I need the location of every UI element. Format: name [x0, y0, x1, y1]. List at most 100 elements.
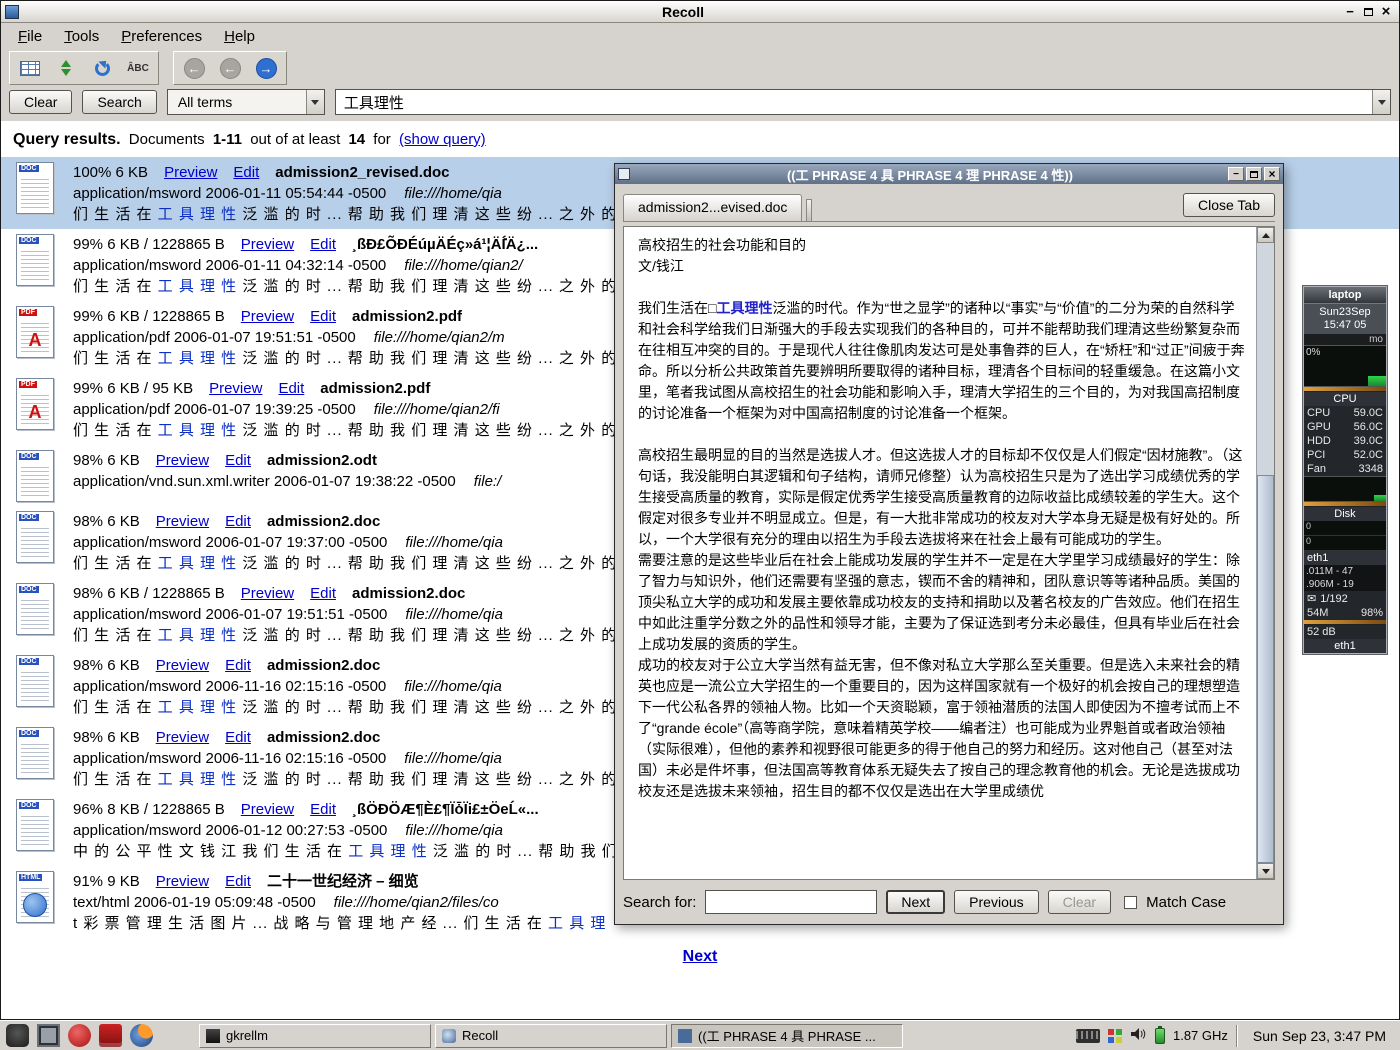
- first-page-button[interactable]: ←: [180, 55, 208, 81]
- preview-link[interactable]: Preview: [156, 511, 209, 532]
- menubar: File Tools Preferences Help: [1, 23, 1399, 49]
- file-type-icon: DOC: [9, 583, 61, 646]
- maximize-icon[interactable]: [1359, 4, 1377, 20]
- preview-link[interactable]: Preview: [209, 378, 262, 399]
- result-url: file:///home/qian2/files/co: [334, 894, 499, 911]
- edit-link[interactable]: Edit: [310, 234, 336, 255]
- task-preview-window[interactable]: ((工 PHRASE 4 具 PHRASE ...: [671, 1024, 903, 1048]
- show-query-link[interactable]: (show query): [399, 131, 486, 148]
- edit-link[interactable]: Edit: [310, 799, 336, 820]
- result-url: file:///home/qian2/: [404, 257, 522, 274]
- menu-tools[interactable]: Tools: [55, 26, 108, 47]
- find-next-button[interactable]: Next: [886, 890, 945, 914]
- maximize-icon[interactable]: [1246, 167, 1262, 181]
- search-button[interactable]: Search: [82, 90, 156, 114]
- preview-paragraph: [638, 424, 1245, 445]
- red-box-app-icon[interactable]: [99, 1024, 122, 1047]
- docs-range: 1-11: [213, 131, 242, 148]
- task-gkrellm[interactable]: gkrellm: [199, 1024, 431, 1048]
- close-tab-button[interactable]: Close Tab: [1183, 193, 1275, 217]
- menu-preferences[interactable]: Preferences: [112, 26, 211, 47]
- edit-link[interactable]: Edit: [233, 162, 259, 183]
- edit-link[interactable]: Edit: [278, 378, 304, 399]
- vertical-scrollbar[interactable]: [1256, 227, 1274, 879]
- for-word: for: [373, 131, 391, 148]
- minimize-icon[interactable]: [1228, 167, 1244, 181]
- edit-link[interactable]: Edit: [310, 583, 336, 604]
- tab-admission2[interactable]: admission2...evised.doc: [623, 194, 802, 221]
- edit-link[interactable]: Edit: [225, 450, 251, 471]
- preview-link[interactable]: Preview: [241, 306, 294, 327]
- minimize-icon[interactable]: [1341, 4, 1359, 20]
- query-input[interactable]: [336, 94, 1372, 111]
- match-case-checkbox[interactable]: [1124, 896, 1137, 909]
- app-menu-icon[interactable]: [6, 1024, 29, 1047]
- result-title: admission2.pdf: [320, 378, 430, 399]
- preview-link[interactable]: Preview: [156, 450, 209, 471]
- preview-link[interactable]: Preview: [156, 727, 209, 748]
- sort-icon: [61, 60, 71, 76]
- clear-button[interactable]: Clear: [9, 90, 72, 114]
- temperature-rows: CPU59.0CGPU56.0CHDD39.0CPCI52.0C: [1304, 406, 1386, 462]
- result-title: admission2.doc: [267, 511, 380, 532]
- clear-search-button[interactable]: [16, 55, 44, 81]
- edit-link[interactable]: Edit: [225, 511, 251, 532]
- preview-link[interactable]: Preview: [241, 234, 294, 255]
- recoll-task-icon: [442, 1029, 456, 1043]
- scroll-up-icon[interactable]: [1257, 227, 1274, 243]
- firefox-icon[interactable]: [130, 1024, 153, 1047]
- preview-link[interactable]: Preview: [164, 162, 217, 183]
- menu-help[interactable]: Help: [215, 26, 264, 47]
- preview-paragraph: 我们生活在□工具理性泛滥的时代。作为“世之显学”的诸种以“事实”与“价值”的二分…: [638, 298, 1245, 424]
- taskbar-clock[interactable]: Sun Sep 23, 3:47 PM: [1245, 1028, 1394, 1044]
- preview-paragraph: 成功的校友对于公立大学当然有益无害，但不像对私立大学那么至关重要。但是选入未来社…: [638, 655, 1245, 802]
- preview-link[interactable]: Preview: [241, 583, 294, 604]
- mail-count: 1/192: [1320, 593, 1348, 605]
- prev-page-icon: ←: [184, 58, 205, 79]
- task-recoll[interactable]: Recoll: [435, 1024, 667, 1048]
- close-icon[interactable]: [1264, 167, 1280, 181]
- find-input[interactable]: [705, 890, 877, 914]
- chevron-down-icon[interactable]: [306, 90, 324, 114]
- scrollbar-thumb[interactable]: [1257, 475, 1274, 863]
- edit-link[interactable]: Edit: [310, 306, 336, 327]
- preview-link[interactable]: Preview: [156, 871, 209, 892]
- term-explorer-button[interactable]: ÂBC: [124, 55, 152, 81]
- terminal-icon[interactable]: [37, 1024, 60, 1047]
- gkrellm-panel[interactable]: laptop Sun23Sep 15:47 05 mo 0% CPU CPU59…: [1302, 285, 1388, 655]
- titlebar[interactable]: Recoll: [1, 1, 1399, 23]
- battery-icon[interactable]: [1155, 1028, 1165, 1044]
- edit-link[interactable]: Edit: [225, 655, 251, 676]
- result-meta: 98% 6 KB / 1228865 B: [73, 583, 225, 604]
- history-icon: [95, 61, 110, 76]
- keyboard-icon[interactable]: [1076, 1029, 1100, 1043]
- result-title: ¸ßÐ£ÕÐÉúµÄÉç»á¹¦ÄܺÍÄ¿...: [352, 234, 538, 255]
- menu-file[interactable]: File: [9, 26, 51, 47]
- preview-titlebar[interactable]: ((工 PHRASE 4 具 PHRASE 4 理 PHRASE 4 性)): [615, 164, 1283, 184]
- chevron-down-icon[interactable]: [1372, 90, 1390, 114]
- preview-link[interactable]: Preview: [241, 799, 294, 820]
- tray-grid-icon[interactable]: [1108, 1029, 1122, 1043]
- prev-page-button[interactable]: ←: [216, 55, 244, 81]
- file-type-icon: DOC: [9, 450, 61, 502]
- preview-text-area[interactable]: 高校招生的社会功能和目的文/钱江 我们生活在□工具理性泛滥的时代。作为“世之显学…: [623, 226, 1275, 880]
- search-mode-select[interactable]: All terms: [167, 89, 325, 115]
- scroll-down-icon[interactable]: [1257, 863, 1274, 879]
- edit-link[interactable]: Edit: [225, 871, 251, 892]
- system-tray: 1.87 GHz Sun Sep 23, 3:47 PM: [1076, 1025, 1394, 1047]
- next-page-button[interactable]: →: [252, 55, 280, 81]
- result-meta: 96% 8 KB / 1228865 B: [73, 799, 225, 820]
- task-list: gkrellm Recoll ((工 PHRASE 4 具 PHRASE ...: [199, 1024, 903, 1048]
- query-combobox[interactable]: [335, 89, 1391, 115]
- volume-icon[interactable]: [1130, 1027, 1147, 1044]
- preview-link[interactable]: Preview: [156, 655, 209, 676]
- sort-button[interactable]: [52, 55, 80, 81]
- find-clear-button[interactable]: Clear: [1048, 890, 1111, 914]
- close-icon[interactable]: [1377, 4, 1395, 20]
- result-mime-date: application/msword 2006-11-16 02:15:16 -…: [73, 750, 386, 767]
- red-app-icon[interactable]: [68, 1024, 91, 1047]
- history-button[interactable]: [88, 55, 116, 81]
- find-previous-button[interactable]: Previous: [954, 890, 1038, 914]
- next-page-link[interactable]: Next: [1, 948, 1399, 966]
- edit-link[interactable]: Edit: [225, 727, 251, 748]
